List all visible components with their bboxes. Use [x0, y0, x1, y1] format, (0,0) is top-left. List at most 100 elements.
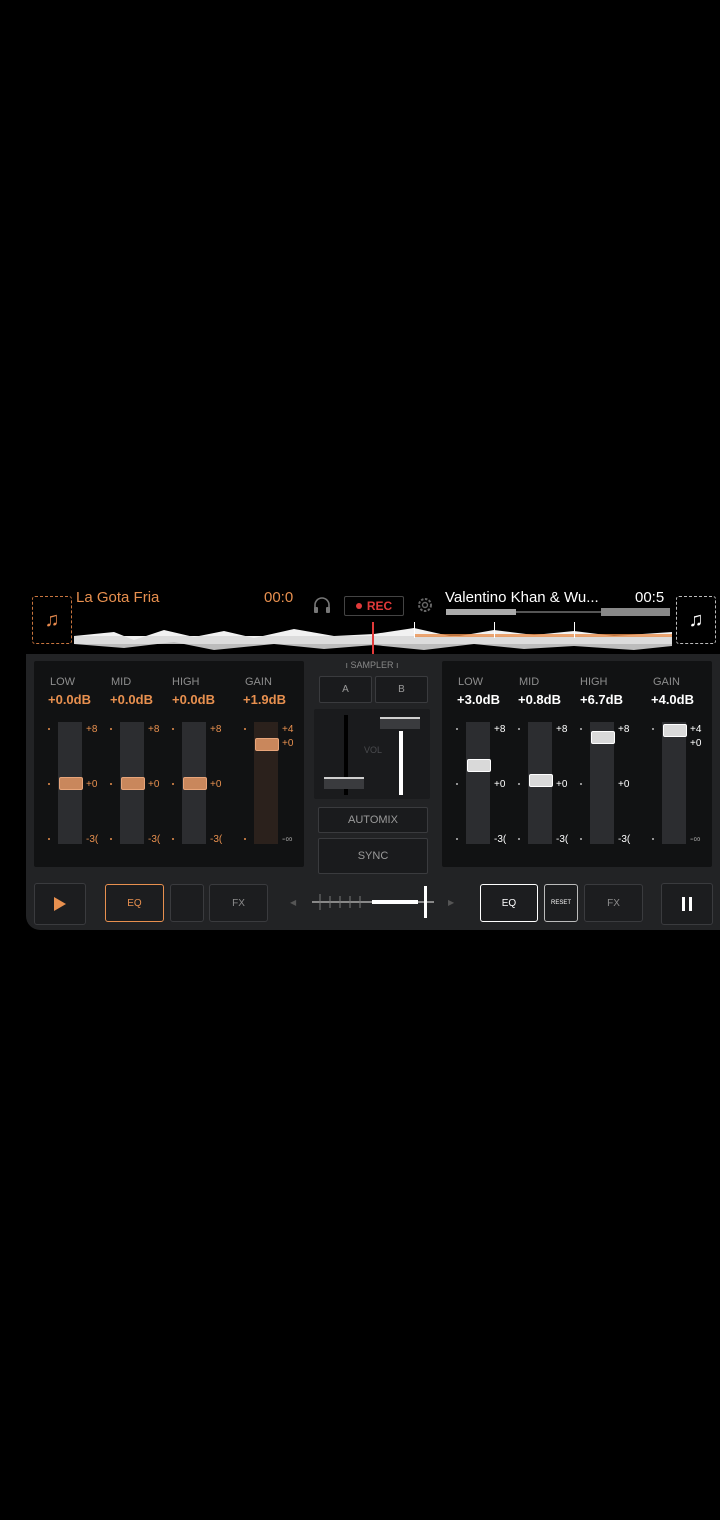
- right-eq-high-value: +6.7dB: [580, 692, 623, 707]
- r-mid-slider-knob[interactable]: [529, 773, 553, 787]
- right-pause-button[interactable]: [661, 883, 713, 925]
- l-high-scale-bottom: -3(: [210, 834, 223, 845]
- sampler-b-button[interactable]: B: [375, 676, 428, 703]
- l-high-scale-dot: [172, 728, 174, 730]
- r-high-scale-dot: [580, 728, 582, 730]
- right-eq-high-label: HIGH: [580, 676, 608, 688]
- r-high-scale-mid: +0: [618, 779, 630, 790]
- r-low-slider-track: [466, 722, 490, 844]
- l-gain-slider-knob[interactable]: [255, 738, 279, 752]
- r-high-scale-dot: [580, 838, 582, 840]
- l-high-slider-knob[interactable]: [183, 777, 207, 790]
- l-gain-scale-mid: +0: [282, 738, 294, 749]
- l-gain-scale-dot: [244, 728, 246, 730]
- left-eq-low-value: +0.0dB: [48, 692, 91, 707]
- left-eq-mid-label: MID: [111, 676, 132, 688]
- sync-button[interactable]: SYNC: [318, 838, 428, 874]
- r-mid-scale-bottom: -3(: [556, 834, 569, 845]
- crossfader[interactable]: [310, 884, 436, 920]
- r-gain-scale-top: +4: [690, 724, 702, 735]
- left-eq-high-label: HIGH: [172, 676, 200, 688]
- record-label: REC: [366, 599, 393, 613]
- r-gain-scale-dot: [652, 838, 654, 840]
- right-eq-gain-label: GAIN: [653, 676, 680, 688]
- r-low-scale-dot: [456, 838, 458, 840]
- right-track-overview-waveform: [446, 608, 670, 616]
- right-eq-mid-label: MID: [519, 676, 540, 688]
- crossfader-left-arrow-icon[interactable]: ◀: [290, 898, 296, 907]
- volume-faders: VOL: [314, 709, 430, 799]
- l-mid-scale-mid: +0: [148, 779, 160, 790]
- l-high-scale-dot: [172, 783, 174, 785]
- r-high-scale-dot: [580, 783, 582, 785]
- sampler-label: ı SAMPLER ı: [345, 660, 399, 670]
- right-volume-fader[interactable]: [380, 717, 420, 729]
- record-dot-icon: [355, 603, 362, 609]
- r-low-scale-top: +8: [494, 724, 506, 735]
- r-gain-scale-mid: +0: [690, 738, 702, 749]
- left-volume-fader[interactable]: [324, 777, 364, 789]
- l-high-scale-dot: [172, 838, 174, 840]
- music-library-right-icon[interactable]: ♫: [676, 596, 716, 644]
- l-gain-scale-bottom: -∞: [282, 834, 293, 845]
- r-low-slider-knob[interactable]: [467, 759, 491, 773]
- left-eq-low-label: LOW: [50, 676, 76, 688]
- r-gain-scale-dot: [652, 728, 654, 730]
- l-gain-scale-dot: [244, 838, 246, 840]
- l-high-scale-top: +8: [210, 724, 222, 735]
- crossfader-right-arrow-icon[interactable]: ▶: [448, 898, 454, 907]
- r-gain-scale-bottom: -∞: [690, 834, 701, 845]
- play-icon: [54, 897, 66, 911]
- r-low-scale-bottom: -3(: [494, 834, 507, 845]
- r-mid-scale-mid: +0: [556, 779, 568, 790]
- left-eq-button[interactable]: EQ: [105, 884, 164, 922]
- left-reset-button[interactable]: [170, 884, 204, 922]
- right-track-time: 00:5: [635, 589, 665, 606]
- sampler-a-button[interactable]: A: [319, 676, 372, 703]
- right-reset-button[interactable]: RESET: [544, 884, 578, 922]
- r-low-scale-dot: [456, 728, 458, 730]
- r-mid-scale-top: +8: [556, 724, 568, 735]
- automix-button[interactable]: AUTOMIX: [318, 807, 428, 833]
- right-fx-button[interactable]: FX: [584, 884, 643, 922]
- headphones-icon[interactable]: [312, 596, 332, 614]
- left-eq-gain-label: GAIN: [245, 676, 272, 688]
- r-high-slider-knob[interactable]: [591, 730, 615, 744]
- left-track-time: 00:0: [264, 589, 294, 606]
- right-eq-gain-value: +4.0dB: [651, 692, 694, 707]
- right-eq-button[interactable]: EQ: [480, 884, 538, 922]
- l-mid-scale-dot: [110, 728, 112, 730]
- left-track-title: La Gota Fria: [76, 589, 160, 606]
- pause-icon: [682, 897, 692, 911]
- r-low-scale-dot: [456, 783, 458, 785]
- l-mid-scale-bottom: -3(: [148, 834, 161, 845]
- left-eq-mid-value: +0.0dB: [110, 692, 153, 707]
- r-low-scale-mid: +0: [494, 779, 506, 790]
- l-low-slider-knob[interactable]: [59, 777, 83, 790]
- l-low-scale-mid: +0: [86, 779, 98, 790]
- r-mid-scale-dot: [518, 783, 520, 785]
- l-mid-slider-knob[interactable]: [121, 777, 145, 790]
- r-gain-slider-knob[interactable]: [663, 724, 687, 737]
- left-play-button[interactable]: [34, 883, 86, 925]
- l-mid-scale-dot: [110, 838, 112, 840]
- l-mid-scale-dot: [110, 783, 112, 785]
- r-mid-scale-dot: [518, 728, 520, 730]
- right-volume-level: [399, 731, 403, 795]
- r-mid-scale-dot: [518, 838, 520, 840]
- music-library-left-icon[interactable]: ♫: [32, 596, 72, 644]
- right-eq-low-value: +3.0dB: [457, 692, 500, 707]
- left-eq-high-value: +0.0dB: [172, 692, 215, 707]
- waveform-display[interactable]: [74, 622, 672, 654]
- right-eq-low-label: LOW: [458, 676, 484, 688]
- l-high-scale-mid: +0: [210, 779, 222, 790]
- l-low-scale-bottom: -3(: [86, 834, 99, 845]
- l-mid-scale-top: +8: [148, 724, 160, 735]
- right-track-title: Valentino Khan & Wu...: [445, 589, 599, 606]
- gear-icon[interactable]: [416, 596, 434, 614]
- left-eq-gain-value: +1.9dB: [243, 692, 286, 707]
- record-button[interactable]: REC: [344, 596, 404, 616]
- left-fx-button[interactable]: FX: [209, 884, 268, 922]
- l-low-scale-top: +8: [86, 724, 98, 735]
- l-gain-scale-top: +4: [282, 724, 294, 735]
